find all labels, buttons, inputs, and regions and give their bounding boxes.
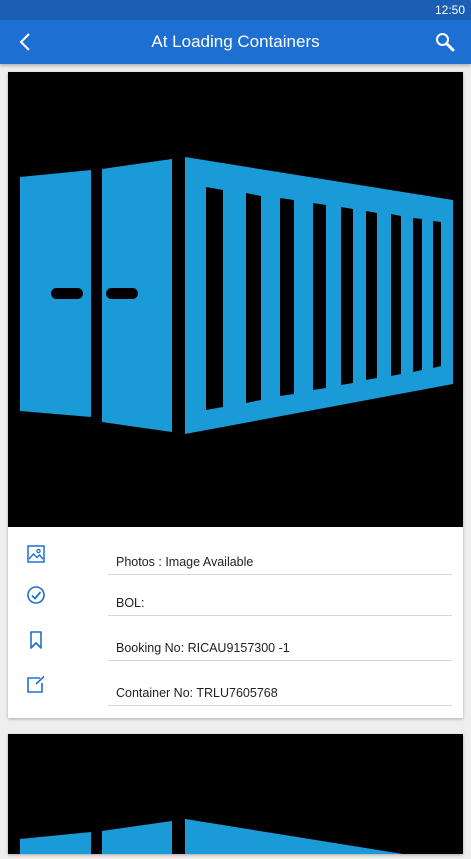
bookmark-icon [30,631,42,649]
bol-field: BOL: [108,575,452,616]
container-image [8,72,463,527]
app-bar: At Loading Containers [0,20,471,64]
edit-box-icon [27,675,45,693]
search-icon[interactable] [433,30,457,54]
container-card[interactable]: Photos : Image Available BOL: Booking No… [8,72,463,718]
booking-row: Booking No: RICAU9157300 -1 [8,620,463,661]
page-title: At Loading Containers [151,32,320,51]
container-card[interactable] [8,734,463,859]
status-bar: 12:50 [0,0,471,20]
image-icon [27,545,45,563]
bol-text: BOL: [116,596,145,610]
container-image [8,734,463,859]
container-illustration [20,819,453,859]
photos-field: Photos : Image Available [108,534,452,575]
bol-row: BOL: [8,575,463,616]
photos-row: Photos : Image Available [8,534,463,575]
container-number-text: Container No: TRLU7605768 [116,686,278,700]
status-time: 12:50 [434,3,465,17]
photos-text: Photos : Image Available [116,555,254,569]
container-illustration [20,157,453,434]
booking-text: Booking No: RICAU9157300 -1 [116,641,290,655]
booking-field: Booking No: RICAU9157300 -1 [108,620,452,661]
check-circle-icon [27,586,45,604]
container-number-field: Container No: TRLU7605768 [108,665,452,706]
container-number-row: Container No: TRLU7605768 [8,665,463,706]
